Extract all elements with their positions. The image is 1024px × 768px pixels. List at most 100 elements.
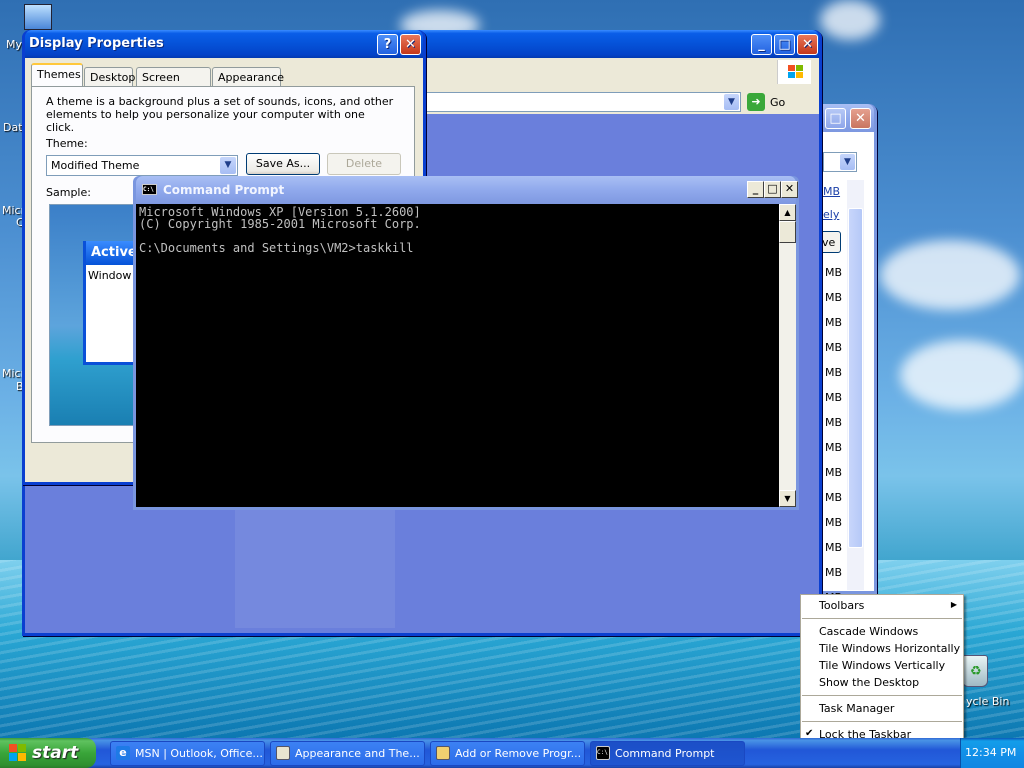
scrollbar-thumb[interactable] <box>848 208 863 548</box>
size-cell: MB <box>825 491 843 504</box>
desktop-icon-label[interactable]: My <box>6 38 22 51</box>
windows-logo-icon <box>777 60 811 84</box>
menu-item-label: Cascade Windows <box>819 625 919 638</box>
console-line: (C) Copyright 1985-2001 Microsoft Corp. <box>139 217 421 231</box>
menu-item-tile-windows-horizontally[interactable]: Tile Windows Horizontally <box>801 640 963 657</box>
menu-separator <box>802 721 962 722</box>
tab-themes[interactable]: Themes <box>31 63 83 87</box>
window-title: Command Prompt <box>163 183 285 197</box>
help-button[interactable]: ? <box>377 34 398 55</box>
task-label: Add or Remove Progr... <box>455 747 582 760</box>
close-button[interactable]: ✕ <box>400 34 421 55</box>
chevron-down-icon[interactable]: ▼ <box>220 157 236 174</box>
scroll-up-icon[interactable]: ▲ <box>779 204 796 221</box>
console-line: C:\Documents and Settings\VM2>taskkill <box>139 241 414 255</box>
size-cell: MB <box>825 466 843 479</box>
start-button[interactable]: start <box>0 738 96 768</box>
taskbar: start e MSN | Outlook, Office... Appeara… <box>0 738 1024 768</box>
help-icon: ? <box>383 37 392 52</box>
recycle-bin-icon[interactable]: ♻ <box>962 655 988 687</box>
system-tray[interactable]: 12:34 PM <box>960 738 1024 768</box>
menu-item-toolbars[interactable]: Toolbars ▶ <box>801 597 963 614</box>
clock[interactable]: 12:34 PM <box>965 746 1016 759</box>
menu-item-task-manager[interactable]: Task Manager <box>801 700 963 717</box>
my-documents-icon[interactable] <box>24 4 52 30</box>
close-button[interactable]: ✕ <box>781 181 798 198</box>
add-remove-icon <box>436 746 450 760</box>
maximize-icon: □ <box>829 111 842 126</box>
cloud <box>880 240 1020 310</box>
menu-separator <box>802 695 962 696</box>
minimize-button[interactable]: _ <box>747 181 764 198</box>
dropdown[interactable]: ▼ <box>823 152 857 172</box>
taskbar-item-msn[interactable]: e MSN | Outlook, Office... <box>110 741 265 766</box>
console-scrollbar[interactable]: ▲ ▼ <box>779 204 796 507</box>
start-label: start <box>32 743 79 763</box>
theme-select[interactable]: Modified Theme ▼ <box>46 155 238 176</box>
maximize-icon: □ <box>778 37 791 52</box>
scroll-down-icon[interactable]: ▼ <box>779 490 796 507</box>
cloud <box>820 0 880 40</box>
close-icon: ✕ <box>405 37 416 52</box>
maximize-icon: □ <box>767 182 778 195</box>
menu-item-cascade-windows[interactable]: Cascade Windows <box>801 623 963 640</box>
close-button[interactable]: ✕ <box>797 34 818 55</box>
tab-screen-saver[interactable]: Screen Saver <box>136 67 211 97</box>
size-cell: MB <box>825 416 843 429</box>
menu-item-label: Show the Desktop <box>819 676 920 689</box>
taskbar-item-command-prompt[interactable]: C:\ Command Prompt <box>590 741 745 766</box>
cloud <box>900 340 1024 410</box>
ie-icon: e <box>116 746 130 760</box>
cmd-icon: C:\ <box>142 184 157 195</box>
scrollbar-thumb[interactable] <box>779 221 796 243</box>
chevron-down-icon[interactable]: ▼ <box>724 94 739 110</box>
size-cell: MB <box>825 566 843 579</box>
chevron-down-icon[interactable]: ▼ <box>840 154 855 170</box>
go-button[interactable]: ➜ Go <box>747 92 799 112</box>
taskbar-item-appearance[interactable]: Appearance and The... <box>270 741 425 766</box>
menu-item-label: Toolbars <box>819 599 865 612</box>
close-button[interactable]: ✕ <box>850 108 871 129</box>
link[interactable]: ely <box>823 208 839 221</box>
close-icon: ✕ <box>855 111 866 126</box>
size-cell: MB <box>825 266 843 279</box>
desktop-icon-label[interactable]: Dat <box>3 121 23 134</box>
size-cell: MB <box>825 341 843 354</box>
menu-item-label: Task Manager <box>819 702 895 715</box>
menu-item-tile-windows-vertically[interactable]: Tile Windows Vertically <box>801 657 963 674</box>
minimize-icon: _ <box>758 37 765 52</box>
theme-label: Theme: <box>46 137 88 150</box>
display-properties-titlebar[interactable]: Display Properties ? ✕ <box>25 30 423 58</box>
delete-button[interactable]: Delete <box>327 153 401 175</box>
theme-select-value: Modified Theme <box>51 159 140 172</box>
sample-label: Sample: <box>46 186 91 199</box>
size-cell: MB <box>825 291 843 304</box>
go-label: Go <box>770 96 786 109</box>
close-icon: ✕ <box>802 37 813 52</box>
taskbar-context-menu: Toolbars ▶ Cascade Windows Tile Windows Hor… <box>800 594 964 762</box>
control-panel-icon <box>276 746 290 760</box>
save-as-button[interactable]: Save As... <box>246 153 320 175</box>
maximize-button[interactable]: □ <box>825 108 846 129</box>
menu-item-label: Tile Windows Vertically <box>819 659 946 672</box>
size-cell: MB <box>825 441 843 454</box>
console-output[interactable]: Microsoft Windows XP [Version 5.1.2600](… <box>136 204 779 507</box>
menu-item-label: Tile Windows Horizontally <box>819 642 961 655</box>
minimize-button[interactable]: _ <box>751 34 772 55</box>
windows-flag-icon <box>9 744 27 762</box>
tab-appearance[interactable]: Appearance <box>212 67 284 87</box>
menu-item-show-the-desktop[interactable]: Show the Desktop <box>801 674 963 691</box>
minimize-icon: _ <box>752 182 759 195</box>
taskbar-item-add-remove[interactable]: Add or Remove Progr... <box>430 741 585 766</box>
task-label: Appearance and The... <box>295 747 420 760</box>
maximize-button[interactable]: □ <box>764 181 781 198</box>
size-cell: MB <box>825 316 843 329</box>
scrollbar[interactable] <box>847 180 864 590</box>
tab-desktop[interactable]: Desktop <box>84 67 135 87</box>
task-label: MSN | Outlook, Office... <box>135 747 263 760</box>
command-prompt-window[interactable]: C:\ Command Prompt _ □ ✕ Microsoft Windo… <box>133 176 799 510</box>
link[interactable]: MB <box>823 185 840 198</box>
recycle-bin-label[interactable]: ycle Bin <box>966 695 1009 708</box>
command-prompt-titlebar[interactable]: C:\ Command Prompt _ □ ✕ <box>136 176 798 204</box>
maximize-button[interactable]: □ <box>774 34 795 55</box>
